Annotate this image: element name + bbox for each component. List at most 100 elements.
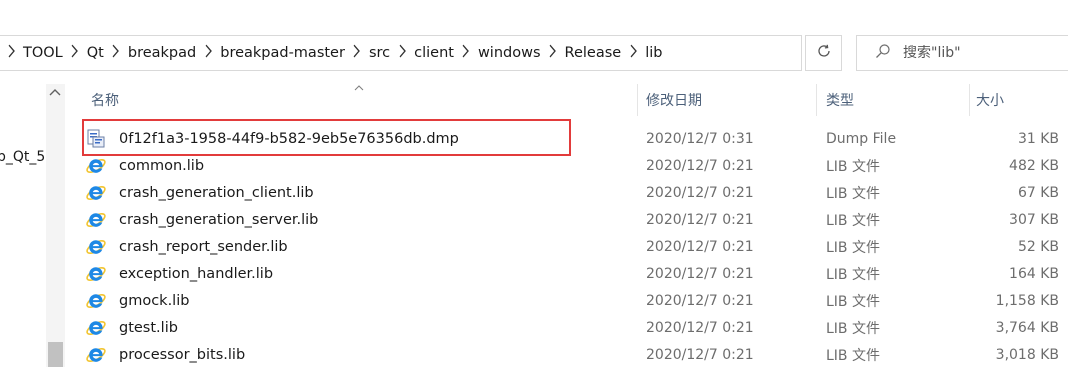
file-name-cell[interactable]: exception_handler.lib — [86, 260, 273, 287]
file-row[interactable]: gmock.lib 2020/12/7 0:21 LIB 文件 1,158 KB — [86, 287, 1068, 314]
file-name-cell[interactable]: crash_generation_client.lib — [86, 179, 314, 206]
file-type: LIB 文件 — [826, 158, 880, 175]
file-size: 67 KB — [1017, 184, 1059, 201]
file-name: crash_generation_client.lib — [119, 184, 314, 201]
breadcrumb-chevron-icon[interactable] — [104, 44, 128, 62]
file-row[interactable]: gtest.lib 2020/12/7 0:21 LIB 文件 3,764 KB — [86, 314, 1068, 341]
breadcrumb-chevron-icon[interactable] — [345, 44, 369, 62]
search-icon — [875, 43, 891, 63]
file-size: 3,018 KB — [995, 346, 1059, 363]
file-size: 31 KB — [1017, 130, 1059, 147]
column-header-type[interactable]: 类型 — [826, 84, 854, 116]
breadcrumb-chevron-icon[interactable] — [541, 44, 565, 62]
file-row[interactable]: crash_generation_server.lib 2020/12/7 0:2… — [86, 206, 1068, 233]
breadcrumb-item[interactable]: src — [369, 36, 390, 70]
column-header-row: 名称 修改日期 类型 大小 — [66, 84, 1068, 116]
file-name-cell[interactable]: crash_generation_server.lib — [86, 206, 318, 233]
file-name-cell[interactable]: gmock.lib — [86, 287, 189, 314]
file-row[interactable]: processor_bits.lib 2020/12/7 0:21 LIB 文件 3,… — [86, 341, 1068, 368]
ie-icon — [86, 183, 106, 203]
ie-icon — [86, 318, 106, 338]
column-header-date[interactable]: 修改日期 — [646, 84, 702, 116]
file-name-cell[interactable]: gtest.lib — [86, 314, 178, 341]
file-type: LIB 文件 — [826, 212, 880, 229]
ie-icon — [86, 237, 106, 257]
breadcrumb-label: TOOL — [23, 45, 63, 61]
breadcrumb-item[interactable]: Qt — [87, 36, 104, 70]
ie-icon — [86, 291, 106, 311]
breadcrumb-chevron-icon[interactable] — [63, 44, 87, 62]
breadcrumb-item[interactable]: Release — [565, 36, 622, 70]
file-row[interactable]: exception_handler.lib 2020/12/7 0:21 LIB 文… — [86, 260, 1068, 287]
file-name-cell[interactable]: crash_report_sender.lib — [86, 233, 288, 260]
column-header-size[interactable]: 大小 — [976, 84, 1004, 116]
address-bar[interactable]: TOOL Qt breakpad breakpad-master src client wi… — [0, 35, 802, 71]
breadcrumb-item[interactable]: windows — [478, 36, 541, 70]
file-row[interactable]: common.lib 2020/12/7 0:21 LIB 文件 482 KB — [86, 152, 1068, 179]
breadcrumb-item[interactable]: breakpad-master — [220, 36, 345, 70]
file-name: gtest.lib — [119, 319, 178, 336]
file-date: 2020/12/7 0:21 — [646, 211, 754, 228]
column-divider[interactable] — [816, 84, 817, 116]
file-size: 307 KB — [1009, 211, 1059, 228]
file-date: 2020/12/7 0:21 — [646, 265, 754, 282]
navigation-pane: p_Qt_5 — [0, 84, 46, 367]
file-size: 3,764 KB — [995, 319, 1059, 336]
breadcrumb-chevron-icon[interactable] — [621, 44, 645, 62]
file-date: 2020/12/7 0:21 — [646, 157, 754, 174]
breadcrumb-label: client — [414, 45, 454, 61]
file-date: 2020/12/7 0:21 — [646, 184, 754, 201]
file-date: 2020/12/7 0:21 — [646, 292, 754, 309]
file-row[interactable]: crash_generation_client.lib 2020/12/7 0:2… — [86, 179, 1068, 206]
ie-icon — [86, 264, 106, 284]
scroll-up-arrow-icon[interactable] — [49, 88, 61, 98]
column-divider[interactable] — [969, 84, 970, 116]
file-type: Dump File — [826, 130, 897, 147]
breadcrumb-chevron-icon[interactable] — [390, 44, 414, 62]
breadcrumb-item[interactable]: breakpad — [128, 36, 196, 70]
column-header-name[interactable]: 名称 — [91, 84, 119, 116]
ie-icon — [86, 345, 106, 365]
file-name: crash_report_sender.lib — [119, 238, 288, 255]
file-type: LIB 文件 — [826, 347, 880, 364]
breadcrumb-label: Release — [564, 45, 622, 61]
breadcrumb-chevron-icon[interactable] — [0, 44, 23, 62]
nav-scrollbar[interactable] — [46, 84, 65, 367]
refresh-button[interactable] — [805, 35, 842, 71]
file-name-cell[interactable]: common.lib — [86, 152, 204, 179]
breadcrumb-item[interactable]: lib — [645, 36, 662, 70]
file-date: 2020/12/7 0:21 — [646, 346, 754, 363]
highlight-annotation-box — [82, 119, 571, 156]
nav-item-partial[interactable]: p_Qt_5 — [0, 149, 45, 165]
search-input[interactable] — [903, 45, 1053, 61]
file-size: 482 KB — [1009, 157, 1059, 174]
search-box[interactable] — [856, 35, 1068, 71]
breadcrumb-chevron-icon[interactable] — [196, 44, 220, 62]
breadcrumb-chevron-icon[interactable] — [454, 44, 478, 62]
file-name: exception_handler.lib — [119, 265, 274, 282]
file-type: LIB 文件 — [826, 239, 880, 256]
file-type: LIB 文件 — [826, 293, 880, 310]
file-type: LIB 文件 — [826, 185, 880, 202]
breadcrumb-label: Qt — [86, 45, 104, 61]
ie-icon — [86, 210, 106, 230]
breadcrumb-label: lib — [645, 45, 663, 61]
file-name: crash_generation_server.lib — [119, 211, 319, 228]
file-name-cell[interactable]: processor_bits.lib — [86, 341, 245, 368]
refresh-icon — [816, 43, 832, 63]
scroll-thumb[interactable] — [48, 342, 63, 367]
file-name: common.lib — [119, 157, 205, 174]
file-size: 1,158 KB — [995, 292, 1059, 309]
breadcrumb-item[interactable]: TOOL — [23, 36, 63, 70]
breadcrumb-label: breakpad-master — [220, 45, 345, 61]
file-row[interactable]: crash_report_sender.lib 2020/12/7 0:21 LIB… — [86, 233, 1068, 260]
breadcrumb-item[interactable]: client — [414, 36, 454, 70]
file-name: processor_bits.lib — [119, 346, 246, 363]
sort-ascending-icon — [354, 81, 364, 94]
column-divider[interactable] — [637, 84, 638, 116]
breadcrumb-label: windows — [477, 45, 541, 61]
file-size: 164 KB — [1009, 265, 1059, 282]
file-date: 2020/12/7 0:21 — [646, 238, 754, 255]
breadcrumb-label: src — [368, 45, 391, 61]
file-size: 52 KB — [1017, 238, 1059, 255]
